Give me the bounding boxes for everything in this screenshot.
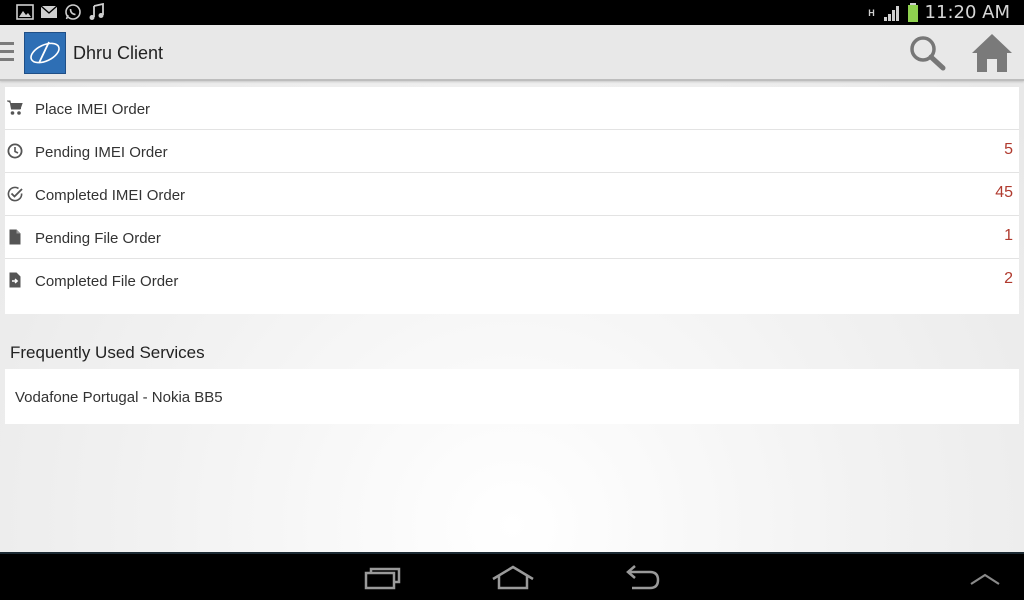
show-more-button[interactable] bbox=[966, 564, 1006, 592]
service-item[interactable]: Vodafone Portugal - Nokia BB5 bbox=[15, 389, 223, 406]
home-button[interactable] bbox=[968, 31, 1016, 75]
menu-item-count: 1 bbox=[1004, 227, 1013, 244]
chevron-up-icon bbox=[970, 573, 1000, 585]
menu-item-pending-file-order[interactable]: Pending File Order 1 bbox=[5, 216, 1019, 259]
search-button[interactable] bbox=[906, 33, 950, 73]
frequent-services-heading: Frequently Used Services bbox=[10, 343, 205, 362]
order-menu: Place IMEI Order Pending IMEI Order 5 Co… bbox=[5, 87, 1019, 314]
menu-item-count: 45 bbox=[995, 184, 1013, 201]
menu-item-label: Pending File Order bbox=[35, 230, 161, 247]
menu-item-label: Pending IMEI Order bbox=[35, 144, 168, 161]
mail-icon bbox=[40, 5, 58, 18]
search-icon bbox=[910, 36, 946, 71]
clock-icon bbox=[7, 143, 23, 159]
app-logo[interactable] bbox=[24, 32, 66, 74]
app-content: Dhru Client Place IMEI Order Pending IME… bbox=[0, 25, 1024, 552]
whatsapp-icon bbox=[65, 4, 81, 20]
gallery-icon bbox=[16, 4, 34, 20]
file-icon bbox=[9, 229, 21, 245]
file-arrow-icon bbox=[9, 272, 21, 288]
menu-item-pending-imei-order[interactable]: Pending IMEI Order 5 bbox=[5, 130, 1019, 173]
menu-item-count: 5 bbox=[1004, 141, 1013, 158]
app-title: Dhru Client bbox=[73, 43, 164, 63]
drawer-icon[interactable] bbox=[0, 42, 14, 64]
menu-item-label: Completed IMEI Order bbox=[35, 187, 186, 204]
frequent-services-list: Vodafone Portugal - Nokia BB5 bbox=[5, 369, 1019, 424]
clock: 11:20 AM bbox=[924, 2, 1010, 23]
recent-apps-button[interactable] bbox=[362, 564, 402, 592]
back-icon bbox=[626, 565, 660, 590]
menu-item-label: Completed File Order bbox=[35, 273, 179, 290]
recent-apps-icon bbox=[364, 567, 401, 590]
menu-item-count: 2 bbox=[1004, 270, 1013, 287]
music-icon bbox=[89, 3, 104, 20]
menu-item-place-imei-order[interactable]: Place IMEI Order bbox=[5, 87, 1019, 130]
notification-icons bbox=[16, 3, 106, 21]
home-icon bbox=[972, 34, 1012, 72]
back-button[interactable] bbox=[622, 564, 662, 592]
dhru-logo-icon bbox=[30, 41, 60, 64]
network-type: H bbox=[868, 7, 875, 18]
menu-item-label: Place IMEI Order bbox=[35, 101, 151, 118]
home-nav-button[interactable] bbox=[490, 564, 536, 592]
home-nav-icon bbox=[492, 565, 534, 590]
signal-icon bbox=[883, 5, 899, 21]
action-bar: Dhru Client bbox=[0, 25, 1024, 81]
status-bar: H 11:20 AM bbox=[0, 0, 1024, 25]
cart-icon bbox=[7, 100, 23, 115]
battery-icon bbox=[907, 2, 918, 22]
check-circle-icon bbox=[7, 186, 23, 202]
system-indicators: H 11:20 AM bbox=[867, 2, 1010, 23]
menu-item-completed-file-order[interactable]: Completed File Order 2 bbox=[5, 259, 1019, 302]
menu-item-completed-imei-order[interactable]: Completed IMEI Order 45 bbox=[5, 173, 1019, 216]
navigation-bar bbox=[0, 552, 1024, 600]
